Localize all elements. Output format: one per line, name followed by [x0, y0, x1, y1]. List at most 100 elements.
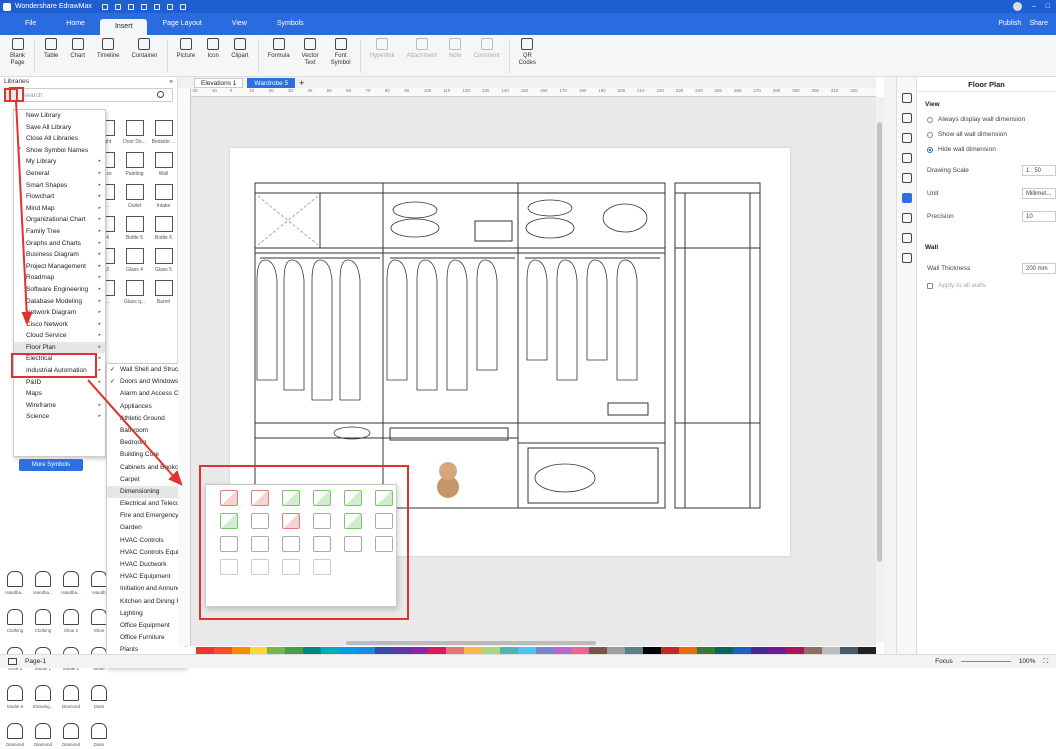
fill-icon[interactable] [901, 93, 912, 103]
color-swatch[interactable] [500, 647, 518, 654]
library-symbol-label: Model 8 [6, 704, 23, 709]
library-symbol[interactable]: Diam [87, 723, 111, 747]
symbol-icon [35, 685, 51, 701]
color-swatch[interactable] [249, 647, 268, 654]
focus-button[interactable]: Focus [935, 658, 953, 665]
presentation-icon[interactable] [901, 233, 912, 243]
color-swatch[interactable] [428, 647, 447, 654]
color-palette[interactable] [178, 647, 876, 654]
precision-label: Precision [927, 213, 954, 220]
zoom-level[interactable]: 100% [1019, 658, 1036, 665]
symbol-icon [7, 685, 23, 701]
color-swatch[interactable] [321, 647, 340, 654]
color-swatch[interactable] [661, 647, 679, 654]
apply-all-walls-label: Apply to all walls [938, 282, 987, 289]
color-swatch[interactable] [571, 647, 590, 654]
drawing-scale-row: Drawing Scale 1 : 50 [917, 165, 1056, 176]
library-symbol[interactable]: Diamond [31, 723, 55, 747]
color-swatch[interactable] [589, 647, 608, 654]
color-swatch[interactable] [446, 647, 465, 654]
page-icon[interactable] [901, 173, 912, 183]
wall-thickness-label: Wall Thickness [927, 265, 971, 272]
library-row: Model 8 Showing... Diamond Diam [3, 673, 175, 709]
library-symbol-label: Diamond [61, 742, 80, 747]
color-swatch[interactable] [625, 647, 644, 654]
radio-button[interactable] [927, 146, 933, 153]
precision-select[interactable]: 10 [1022, 211, 1056, 222]
page-view-icon[interactable] [8, 658, 17, 665]
library-symbol-label: Diamond [5, 742, 24, 747]
color-swatch[interactable] [482, 647, 501, 654]
library-symbol-label: Diamond [33, 742, 52, 747]
symbol-icon [91, 723, 107, 739]
color-swatch[interactable] [768, 647, 787, 654]
radio-label: Hide wall dimension [938, 146, 996, 153]
symbol-icon [7, 723, 23, 739]
radio-label: Show all wall dimension [938, 131, 1008, 138]
color-swatch[interactable] [339, 647, 357, 654]
wall-thickness-row: Wall Thickness 200 mm [917, 263, 1056, 274]
unit-select[interactable]: Millimet... [1022, 188, 1056, 199]
layers-icon[interactable] [901, 153, 912, 163]
view-section-title: View [925, 101, 940, 108]
library-symbol[interactable]: Diamond [3, 723, 27, 747]
library-symbol-label: Diamond [61, 704, 80, 709]
color-swatch[interactable] [303, 647, 322, 654]
color-swatch[interactable] [410, 647, 429, 654]
library-symbol[interactable]: Diam [87, 685, 111, 709]
fullscreen-icon[interactable]: ⛶ [1043, 658, 1048, 666]
radio-always-display-wall-dimension[interactable]: Always display wall dimension [917, 116, 1056, 123]
color-swatch[interactable] [643, 647, 662, 654]
color-swatch[interactable] [857, 647, 876, 654]
apply-all-walls-checkbox[interactable]: Apply to all walls [917, 282, 1056, 289]
color-swatch[interactable] [285, 647, 304, 654]
color-swatch[interactable] [714, 647, 733, 654]
color-swatch[interactable] [178, 647, 196, 654]
color-swatch[interactable] [696, 647, 715, 654]
zoom-slider[interactable] [960, 661, 1011, 662]
color-swatch[interactable] [822, 647, 840, 654]
color-swatch[interactable] [231, 647, 250, 654]
color-swatch[interactable] [607, 647, 626, 654]
color-swatch[interactable] [750, 647, 769, 654]
color-swatch[interactable] [553, 647, 572, 654]
color-swatch[interactable] [804, 647, 823, 654]
radio-button[interactable] [927, 131, 933, 138]
right-sidebar-icons [896, 77, 916, 654]
floor-plan-icon[interactable] [901, 193, 912, 203]
color-swatch[interactable] [732, 647, 751, 654]
library-symbol[interactable]: Showing... [31, 685, 55, 709]
radio-hide-wall-dimension[interactable]: Hide wall dimension [917, 146, 1056, 153]
image-icon[interactable] [901, 133, 912, 143]
color-swatch[interactable] [839, 647, 858, 654]
drawing-scale-select[interactable]: 1 : 50 [1022, 165, 1056, 176]
color-swatch[interactable] [535, 647, 554, 654]
unit-label: Unit [927, 190, 939, 197]
color-swatch[interactable] [786, 647, 805, 654]
color-swatch[interactable] [356, 647, 375, 654]
color-swatch[interactable] [392, 647, 411, 654]
grid-icon[interactable] [901, 113, 912, 123]
expand-icon[interactable] [901, 213, 912, 223]
library-symbol[interactable]: Model 8 [3, 685, 27, 709]
history-icon[interactable] [901, 253, 912, 263]
color-swatch[interactable] [267, 647, 286, 654]
page-selector[interactable]: Page-1 [25, 658, 46, 665]
color-swatch[interactable] [464, 647, 483, 654]
status-bar: Page-1 Focus 100% ⛶ [0, 654, 1056, 668]
library-symbol-label: Diam [93, 742, 105, 747]
wall-thickness-input[interactable]: 200 mm [1022, 263, 1056, 274]
drawing-scale-label: Drawing Scale [927, 167, 969, 174]
library-symbol[interactable]: Diamond [59, 685, 83, 709]
color-swatch[interactable] [517, 647, 536, 654]
symbol-icon [63, 723, 79, 739]
radio-button[interactable] [927, 116, 933, 123]
color-swatch[interactable] [678, 647, 697, 654]
library-symbol[interactable]: Diamond [59, 723, 83, 747]
precision-row: Precision 10 [917, 211, 1056, 222]
radio-show-all-wall-dimension[interactable]: Show all wall dimension [917, 131, 1056, 138]
unit-row: Unit Millimet... [917, 188, 1056, 199]
color-swatch[interactable] [374, 647, 393, 654]
color-swatch[interactable] [213, 647, 232, 654]
color-swatch[interactable] [195, 647, 214, 654]
